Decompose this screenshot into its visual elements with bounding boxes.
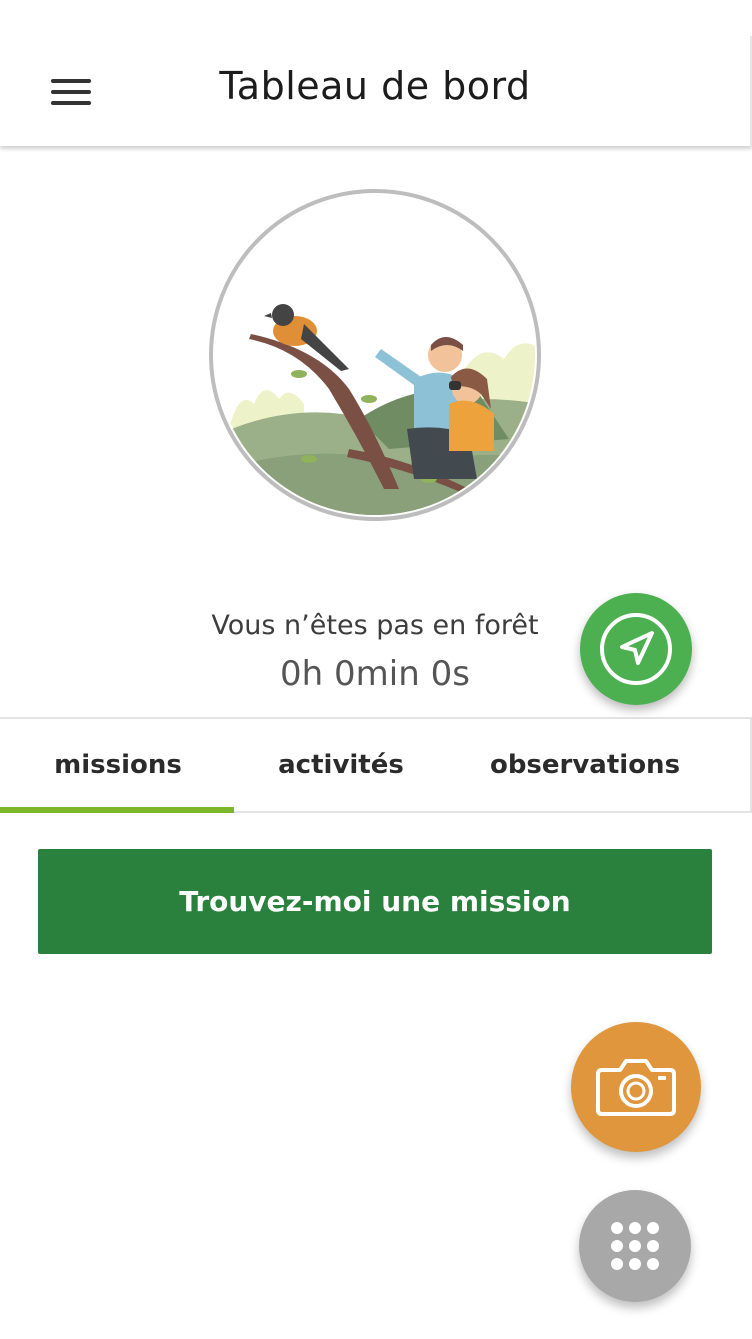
birdwatching-illustration bbox=[209, 189, 541, 521]
active-tab-indicator bbox=[0, 807, 234, 813]
forest-status-text: Vous n’êtes pas en forêt bbox=[211, 610, 539, 641]
apps-grid-button[interactable] bbox=[579, 1190, 691, 1302]
camera-button[interactable] bbox=[571, 1022, 701, 1152]
tab-bar: missions activités observations bbox=[0, 717, 752, 813]
page-title: Tableau de bord bbox=[219, 64, 531, 108]
app-bar: Tableau de bord bbox=[0, 36, 752, 146]
navigation-arrow-icon bbox=[600, 613, 672, 685]
camera-icon bbox=[596, 1059, 676, 1116]
tab-observations[interactable]: observations bbox=[446, 719, 724, 811]
tab-missions[interactable]: missions bbox=[0, 719, 236, 811]
find-mission-button[interactable]: Trouvez-moi une mission bbox=[38, 849, 712, 954]
navigation-button[interactable] bbox=[580, 593, 692, 705]
tab-activites[interactable]: activités bbox=[236, 719, 446, 811]
forest-timer: 0h 0min 0s bbox=[280, 654, 470, 694]
grid-dots-icon bbox=[611, 1222, 659, 1270]
